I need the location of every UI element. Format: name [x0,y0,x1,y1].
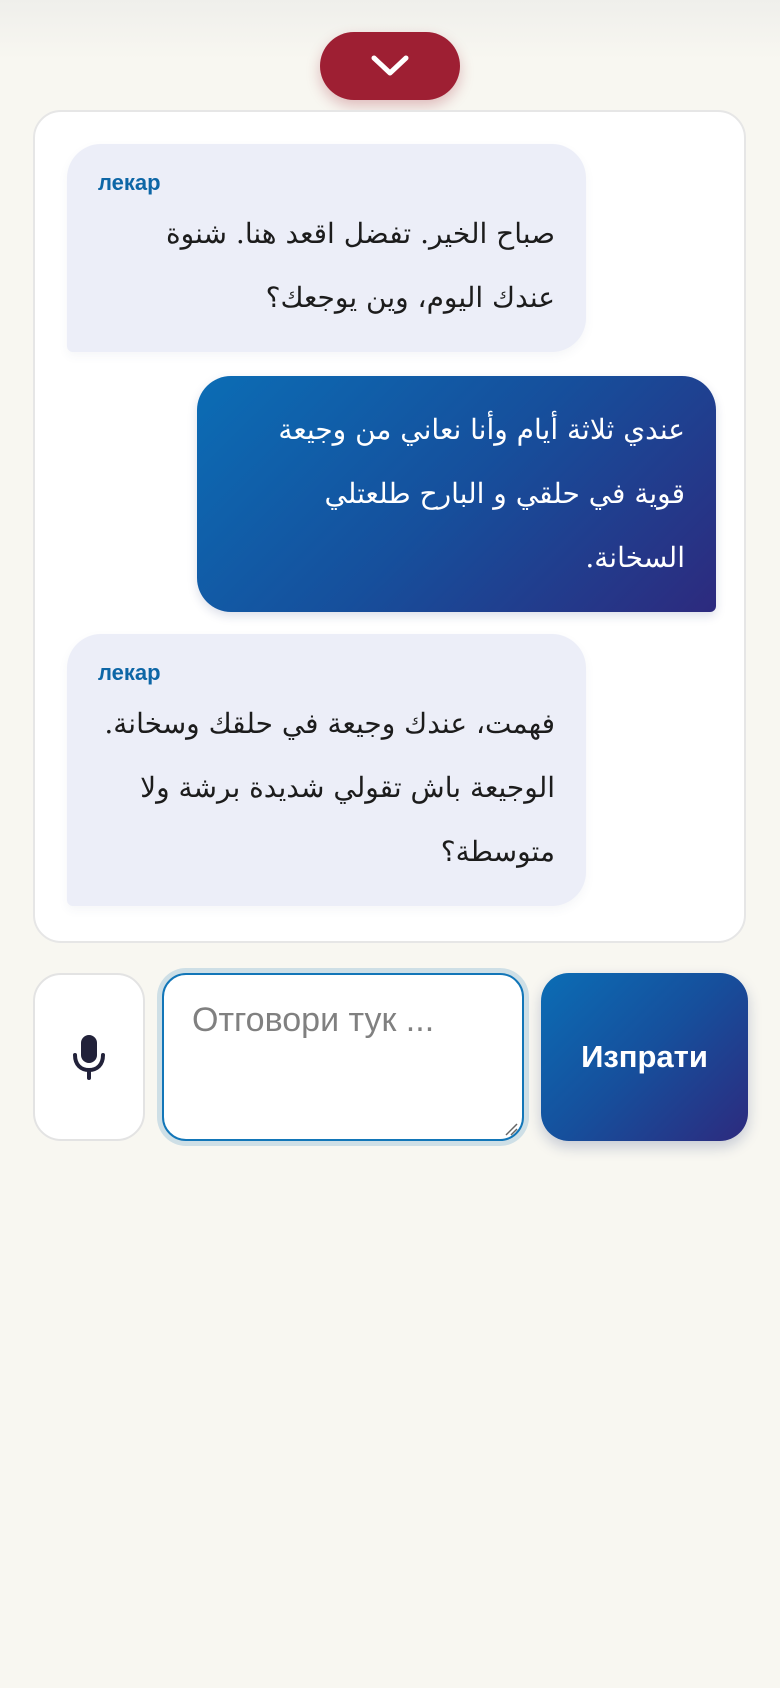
message-sender: лекар [98,170,161,195]
message-text: عندي ثلاثة أيام وأنا نعاني من وجيعة قوية… [278,413,685,574]
reply-input[interactable] [162,973,524,1141]
collapse-button[interactable] [320,32,460,100]
chat-panel: лекар صباح الخير. تفضل اقعد هنا. شنوة عن… [33,110,746,943]
send-button[interactable]: Изпрати [541,973,748,1141]
user-message: عندي ثلاثة أيام وأنا نعاني من وجيعة قوية… [197,376,716,612]
message-text: صباح الخير. تفضل اقعد هنا. شنوة عندك الي… [165,217,555,314]
doctor-message: лекар فهمت، عندك وجيعة في حلقك وسخانة. ا… [67,634,586,906]
chevron-down-icon [371,55,409,76]
message-text: فهمت، عندك وجيعة في حلقك وسخانة. الوجيعة… [104,707,555,868]
microphone-button[interactable] [33,973,145,1141]
microphone-icon [73,1035,105,1080]
resize-grip-icon[interactable] [504,1122,518,1136]
message-sender: лекар [98,660,161,685]
doctor-message: лекар صباح الخير. تفضل اقعد هنا. شنوة عن… [67,144,586,352]
